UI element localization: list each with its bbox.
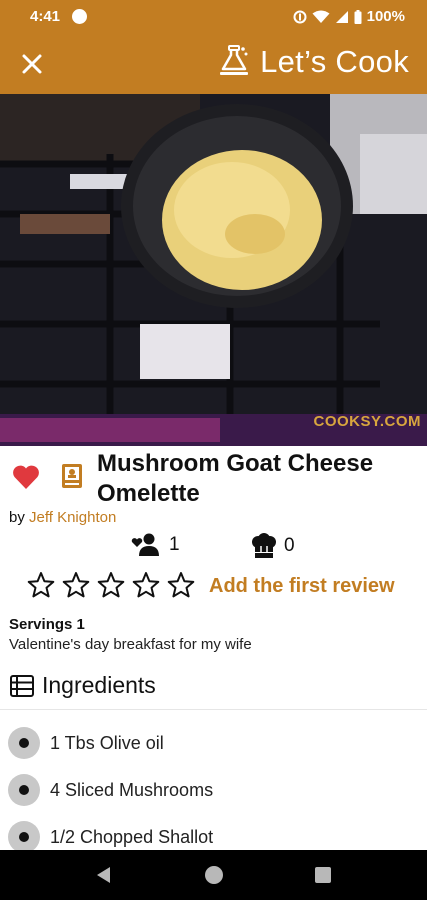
star-outline-icon[interactable] bbox=[167, 571, 195, 599]
recipe-description: Valentine's day breakfast for my wife bbox=[9, 636, 252, 653]
ingredient-checkbox bbox=[8, 727, 40, 759]
star-rating bbox=[27, 571, 195, 599]
wifi-icon bbox=[312, 10, 330, 23]
star-outline-icon[interactable] bbox=[27, 571, 55, 599]
ingredient-item[interactable]: 1 Tbs Olive oil bbox=[8, 727, 164, 759]
data-saver-icon bbox=[293, 10, 307, 23]
recipe-title: Mushroom Goat Cheese Omelette bbox=[97, 450, 374, 507]
user-heart-icon bbox=[131, 533, 159, 556]
cooks-stat[interactable]: 0 bbox=[250, 533, 295, 559]
servings: Servings 1 bbox=[9, 616, 85, 633]
byline-prefix: by bbox=[9, 509, 30, 526]
byline: by Jeff Knighton bbox=[9, 509, 116, 526]
ingredient-text: 1 Tbs Olive oil bbox=[50, 732, 164, 753]
status-indicators: 100% bbox=[293, 8, 405, 25]
home-icon[interactable] bbox=[203, 864, 225, 886]
ingredient-checkbox bbox=[8, 821, 40, 853]
list-icon bbox=[10, 674, 34, 697]
battery-icon bbox=[354, 9, 362, 24]
ingredient-checkbox bbox=[8, 774, 40, 806]
lets-cook-button[interactable]: Let’s Cook bbox=[218, 44, 409, 80]
ingredients-title: Ingredients bbox=[42, 672, 156, 698]
likes-stat[interactable]: 1 bbox=[131, 533, 180, 557]
star-outline-icon[interactable] bbox=[62, 571, 90, 599]
author-link[interactable]: Jeff Knighton bbox=[29, 509, 116, 526]
navigation-bar bbox=[0, 850, 427, 900]
chef-hat-icon bbox=[220, 45, 249, 75]
recents-icon[interactable] bbox=[314, 866, 332, 884]
recipe-photo: COOKSY.COM bbox=[0, 94, 427, 446]
likes-count: 1 bbox=[169, 534, 180, 555]
chef-hat-icon bbox=[252, 533, 276, 558]
notification-app-icon bbox=[72, 9, 87, 24]
ingredient-item[interactable]: 1/2 Chopped Shallot bbox=[8, 821, 213, 853]
status-time: 4:41 bbox=[30, 8, 61, 25]
signal-icon bbox=[335, 10, 348, 23]
ingredients-header: Ingredients bbox=[10, 672, 156, 699]
battery-level: 100% bbox=[366, 8, 405, 25]
cookbook-icon[interactable] bbox=[60, 462, 84, 490]
ingredient-item[interactable]: 4 Sliced Mushrooms bbox=[8, 774, 213, 806]
back-icon[interactable] bbox=[94, 865, 112, 885]
add-review-link[interactable]: Add the first review bbox=[209, 575, 395, 598]
app-title: Let’s Cook bbox=[260, 44, 409, 79]
watermark: COOKSY.COM bbox=[313, 413, 421, 430]
heart-icon[interactable] bbox=[12, 464, 40, 490]
cooks-count: 0 bbox=[284, 535, 295, 556]
ingredient-text: 4 Sliced Mushrooms bbox=[50, 779, 214, 800]
star-outline-icon[interactable] bbox=[132, 571, 160, 599]
app-bar: Let’s Cook bbox=[0, 34, 427, 94]
star-outline-icon[interactable] bbox=[97, 571, 125, 599]
close-icon[interactable] bbox=[18, 50, 46, 78]
ingredient-text: 1/2 Chopped Shallot bbox=[50, 826, 214, 847]
divider bbox=[0, 709, 427, 710]
omelette-pan-illustration bbox=[0, 94, 427, 446]
status-bar: 4:41 100% bbox=[0, 0, 427, 34]
